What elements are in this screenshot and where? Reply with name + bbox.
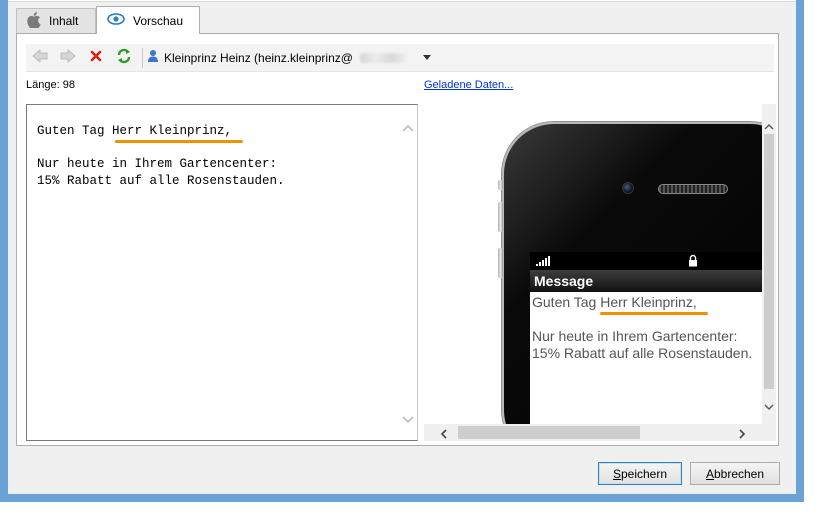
phone-horizontal-scrollbar[interactable] bbox=[424, 424, 776, 441]
loaded-data-link[interactable]: Geladene Daten... bbox=[424, 79, 513, 91]
redacted-domain bbox=[359, 52, 408, 63]
greeting-name: Herr Kleinprinz, bbox=[112, 124, 233, 138]
chevron-up-icon[interactable] bbox=[402, 121, 414, 133]
recipient-selector[interactable]: Kleinprinz Heinz (heinz.kleinprinz@ bbox=[147, 46, 437, 70]
chevron-down-icon[interactable] bbox=[402, 413, 414, 425]
phone-side-button bbox=[498, 180, 503, 190]
button-label: peichern bbox=[620, 466, 668, 481]
accelerator-key: S bbox=[612, 466, 621, 481]
person-icon bbox=[147, 49, 159, 66]
message-line: 15% Rabatt auf alle Rosenstauden. bbox=[37, 173, 285, 188]
phone-message-text: Guten Tag Herr Kleinprinz, Nur heute in … bbox=[532, 294, 752, 362]
signal-icon bbox=[536, 256, 550, 266]
chevron-right-icon[interactable] bbox=[738, 428, 746, 441]
greeting-prefix: Guten Tag bbox=[37, 124, 113, 138]
phone-status-bar bbox=[530, 252, 776, 270]
phone-side-button bbox=[498, 202, 503, 232]
preview-text: Guten Tag Herr Kleinprinz, Nur heute in … bbox=[37, 123, 285, 189]
save-button[interactable]: Speichern bbox=[598, 462, 682, 485]
cancel-button[interactable]: Abbrechen bbox=[690, 462, 780, 485]
personalization-highlight bbox=[600, 312, 708, 315]
chevron-left-icon[interactable] bbox=[440, 428, 448, 441]
length-label: Länge: 98 bbox=[26, 79, 75, 91]
tab-inhalt[interactable]: Inhalt bbox=[16, 8, 96, 33]
delete-button[interactable] bbox=[82, 45, 110, 71]
tab-label: Inhalt bbox=[49, 14, 79, 28]
tab-vorschau[interactable]: Vorschau bbox=[96, 6, 200, 34]
message-header: Message bbox=[530, 270, 776, 292]
accelerator-key: A bbox=[705, 466, 714, 481]
speaker-grille bbox=[658, 184, 728, 194]
phone-device: Message Guten Tag Herr Kleinprinz, Nur h… bbox=[498, 122, 776, 441]
greeting-name: Herr Kleinprinz, bbox=[600, 294, 697, 310]
chevron-down-icon[interactable] bbox=[422, 55, 431, 60]
forward-button[interactable] bbox=[54, 45, 82, 71]
sms-text-preview[interactable]: Guten Tag Herr Kleinprinz, Nur heute in … bbox=[26, 104, 418, 441]
greeting-prefix: Guten Tag bbox=[532, 294, 601, 310]
scroll-thumb[interactable] bbox=[458, 426, 640, 439]
arrow-left-icon bbox=[32, 48, 48, 66]
button-label: bbrechen bbox=[713, 466, 765, 481]
top-divider bbox=[8, 0, 796, 2]
message-line: Nur heute in Ihrem Gartencenter: bbox=[37, 157, 278, 171]
message-line: Nur heute in Ihrem Gartencenter: bbox=[532, 328, 738, 344]
phone-screen: Message Guten Tag Herr Kleinprinz, Nur h… bbox=[530, 252, 776, 441]
toolbar-separator bbox=[142, 47, 143, 68]
window-frame-right bbox=[796, 0, 804, 502]
green-refresh-icon bbox=[116, 48, 132, 67]
recipient-label: Kleinprinz Heinz (heinz.kleinprinz@ bbox=[164, 50, 353, 65]
lock-icon bbox=[688, 254, 698, 270]
phone-vertical-scrollbar[interactable] bbox=[762, 104, 776, 424]
chevron-down-icon[interactable] bbox=[764, 400, 774, 414]
preview-toolbar: Kleinprinz Heinz (heinz.kleinprinz@ bbox=[26, 44, 774, 72]
red-x-icon bbox=[90, 50, 102, 65]
apple-icon bbox=[27, 11, 41, 31]
personalization-highlight bbox=[115, 140, 243, 143]
window-frame-bottom bbox=[0, 494, 804, 502]
scroll-thumb[interactable] bbox=[764, 134, 774, 389]
tab-label: Vorschau bbox=[133, 13, 184, 28]
text-scrollbar[interactable] bbox=[399, 105, 417, 440]
phone-preview: Message Guten Tag Herr Kleinprinz, Nur h… bbox=[424, 104, 776, 441]
chevron-up-icon[interactable] bbox=[764, 120, 774, 134]
window-frame-left bbox=[0, 0, 8, 502]
arrow-right-icon bbox=[60, 48, 76, 66]
message-line: 15% Rabatt auf alle Rosenstauden. bbox=[532, 345, 753, 361]
refresh-button[interactable] bbox=[110, 45, 138, 71]
back-button[interactable] bbox=[26, 45, 54, 71]
camera-icon bbox=[622, 182, 634, 194]
phone-side-button bbox=[498, 248, 503, 278]
eye-icon bbox=[107, 13, 125, 28]
